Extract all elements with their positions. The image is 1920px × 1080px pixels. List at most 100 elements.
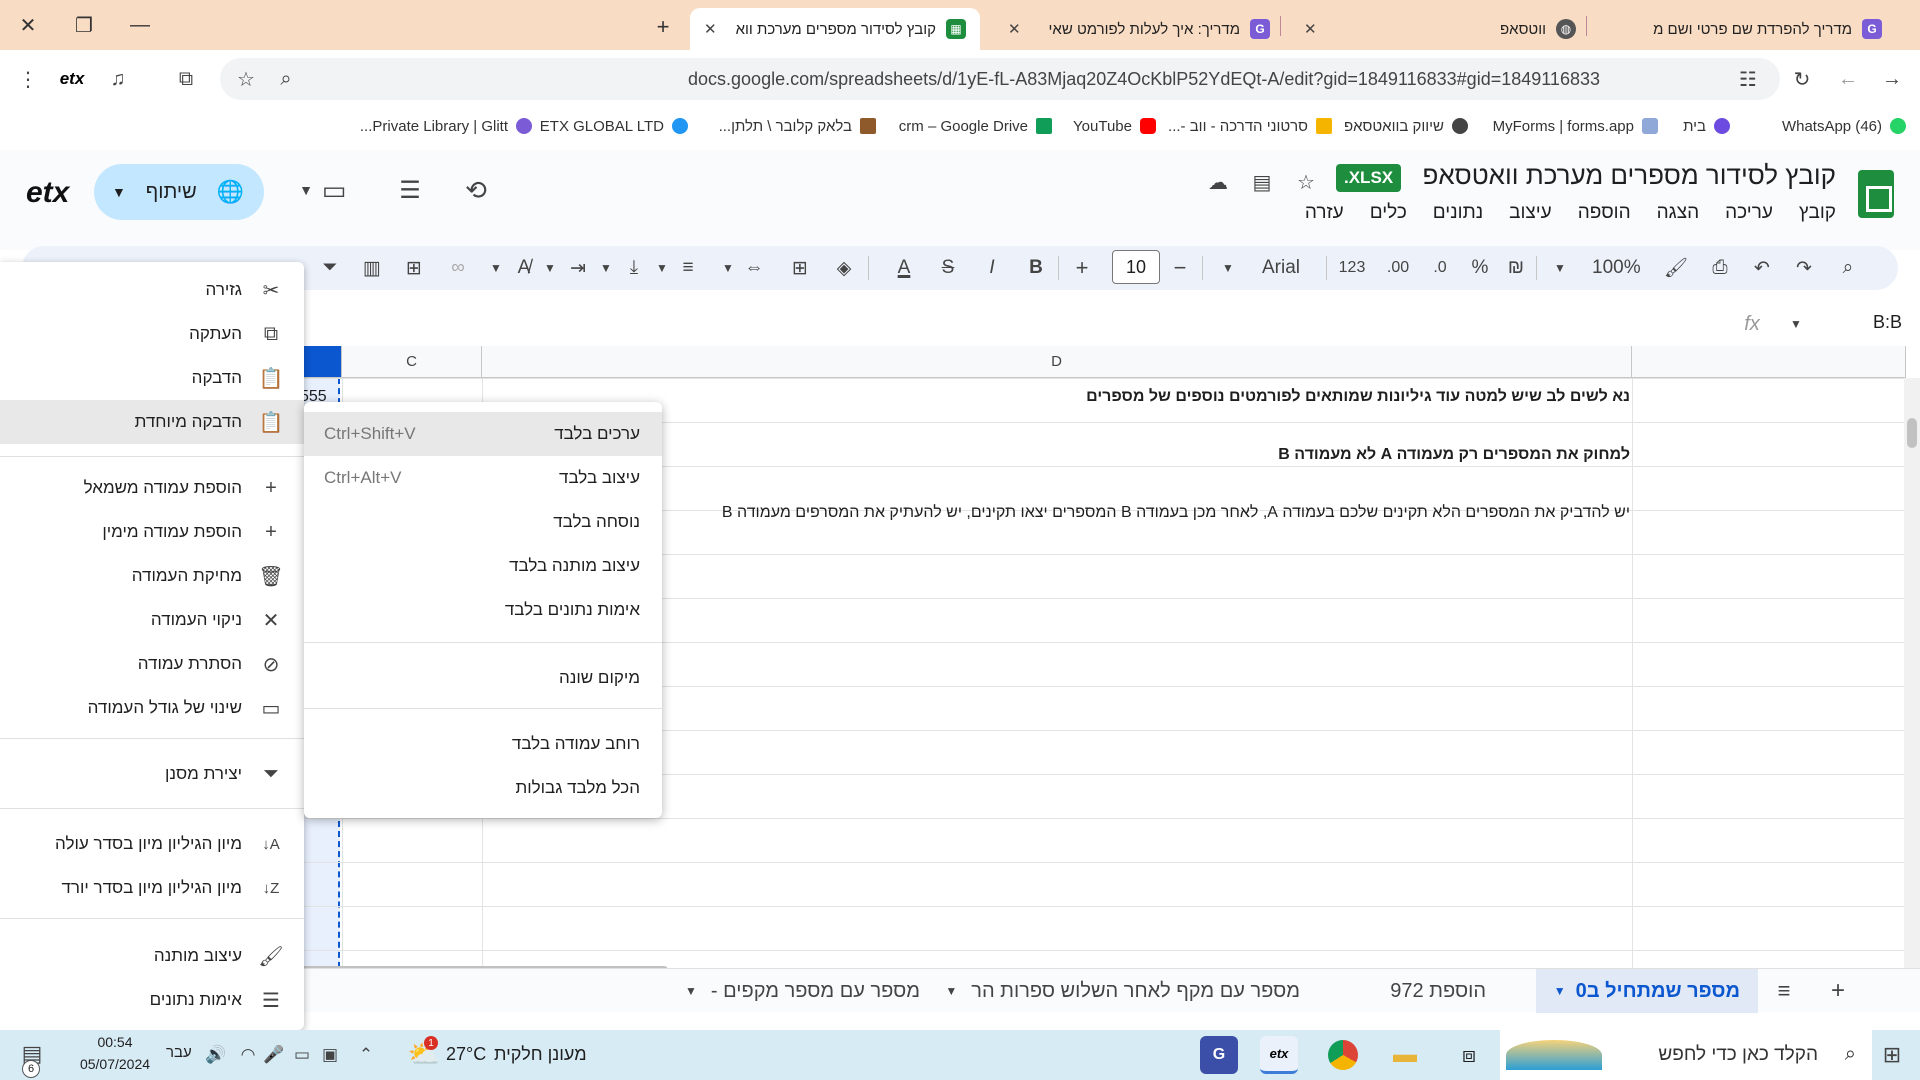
merge-cells-button[interactable]: ⇔	[740, 252, 768, 284]
browser-tab-whatsapp[interactable]: ◍ ווטסאפ ✕	[1290, 8, 1590, 50]
taskbar-app-chrome[interactable]	[1324, 1036, 1362, 1074]
font-size-increase-button[interactable]: +	[1068, 252, 1096, 284]
close-window-button[interactable]: ✕	[0, 0, 56, 50]
wrap-dropdown[interactable]: ▼	[536, 252, 564, 284]
weather-condition[interactable]: מעונן חלקית	[494, 1044, 587, 1065]
bookmark-training-videos[interactable]: סרטוני הדרכה - ווב -...	[1168, 114, 1332, 138]
namebox-dropdown[interactable]: ▼	[1780, 308, 1812, 340]
ctx-create-filter[interactable]: ⏷ יצירת מסנן	[0, 752, 304, 796]
forward-button[interactable]: →	[1876, 63, 1908, 95]
add-sheet-button[interactable]: +	[1822, 975, 1854, 1007]
currency-format-button[interactable]: ₪	[1502, 252, 1530, 284]
increase-decimal-button[interactable]: .00	[1384, 252, 1412, 284]
bookmark-youtube[interactable]: YouTube	[1073, 114, 1156, 138]
star-button[interactable]: ☆	[1290, 166, 1322, 198]
ctx-sort-desc[interactable]: Z↓ מיון הגיליון מיון בסדר יורד	[0, 866, 304, 910]
share-button[interactable]: 🌐 שיתוף ▼	[94, 164, 264, 220]
undo-button[interactable]: ↶	[1748, 252, 1776, 284]
column-header-c[interactable]: C	[342, 346, 482, 378]
meet-button[interactable]: ▭	[318, 174, 350, 206]
taskbar-search-input[interactable]: הקלד כאן כדי לחפש ⌕	[1500, 1030, 1872, 1080]
menu-edit[interactable]: עריכה	[1725, 202, 1773, 224]
bookmark-private-library[interactable]: Private Library | Glitt...	[360, 114, 532, 138]
paste-all-except-borders[interactable]: הכל מלבד גבולות	[304, 766, 662, 810]
reload-button[interactable]: ↻	[1786, 63, 1818, 95]
paint-format-button[interactable]: 🖌	[1662, 252, 1690, 284]
cell-d3[interactable]: למחוק את המספרים רק מעמודה A לא מעמודה B	[630, 446, 1630, 464]
move-button[interactable]: ▤	[1246, 166, 1278, 198]
ctx-conditional-format[interactable]: 🖌 עיצוב מותנה	[0, 934, 304, 978]
new-tab-button[interactable]: +	[648, 12, 678, 42]
sheet-tab-multi-hyphen[interactable]: מספר עם מספר מקפים - ▼	[685, 969, 920, 1013]
font-family-select[interactable]: Arial	[1262, 252, 1300, 284]
column-header-e[interactable]	[1632, 346, 1906, 378]
weather-temperature[interactable]: 27°C	[446, 1044, 486, 1065]
show-hidden-icons-button[interactable]: ⌃	[350, 1039, 382, 1071]
insert-comment-button[interactable]: ⊞	[400, 252, 428, 284]
version-history-button[interactable]: ⟲	[460, 174, 492, 206]
strikethrough-button[interactable]: S	[934, 252, 962, 284]
meet-now-button[interactable]: ▣	[314, 1039, 346, 1071]
bookmark-star-button[interactable]: ☆	[230, 63, 262, 95]
sheet-tab-hyphen-three[interactable]: מספר עם מקף לאחר השלוש ספרות הר ▼	[945, 969, 1300, 1013]
comments-button[interactable]: ☰	[394, 174, 426, 206]
taskbar-app-file-explorer[interactable]: ▬	[1386, 1036, 1424, 1074]
zoom-dropdown[interactable]: ▼	[1546, 252, 1574, 284]
more-formats-button[interactable]: 123	[1338, 252, 1366, 284]
ctx-cut[interactable]: ✂ גזירה	[0, 268, 304, 312]
ctx-insert-col-left[interactable]: + הוספת עמודה משמאל	[0, 466, 304, 510]
scrollbar-thumb[interactable]	[1907, 418, 1917, 448]
menu-tools[interactable]: כלים	[1370, 202, 1407, 224]
merge-dropdown[interactable]: ▼	[714, 252, 742, 284]
ctx-sort-asc[interactable]: A↓ מיון הגיליון מיון בסדר עולה	[0, 822, 304, 866]
clock-date[interactable]: 05/07/2024	[70, 1056, 160, 1072]
ctx-delete-col[interactable]: 🗑 מחיקת העמודה	[0, 554, 304, 598]
insert-chart-button[interactable]: ▥	[358, 252, 386, 284]
insert-link-button[interactable]: ∞	[444, 252, 472, 284]
paste-column-width-only[interactable]: רוחב עמודה בלבד	[304, 722, 662, 766]
sheet-tab-add-972[interactable]: הוספת 972	[1390, 969, 1486, 1013]
bold-button[interactable]: B	[1022, 252, 1050, 284]
cloud-status-button[interactable]: ☁	[1202, 166, 1234, 198]
document-title[interactable]: קובץ לסידור מספרים מערכת וואטסאפ	[1422, 160, 1836, 191]
address-bar[interactable]: ☆ ⌕ docs.google.com/spreadsheets/d/1yE-f…	[220, 58, 1780, 100]
fill-color-button[interactable]: ◈	[830, 252, 858, 284]
volume-button[interactable]: 🔊	[200, 1039, 232, 1071]
filter-button[interactable]: ⏷	[316, 252, 344, 284]
paste-transposed[interactable]: מיקום שונה	[304, 656, 662, 700]
browser-tab-sheet[interactable]: ▦ קובץ לסידור מספרים מערכת ווא ✕	[690, 8, 980, 50]
back-button[interactable]: ←	[1832, 63, 1864, 95]
vertical-scrollbar[interactable]	[1904, 378, 1920, 968]
borders-button[interactable]: ⊞	[786, 252, 814, 284]
bookmark-myforms[interactable]: MyForms | forms.app	[1493, 114, 1658, 138]
decrease-decimal-button[interactable]: .0	[1426, 252, 1454, 284]
paste-data-validation-only[interactable]: אימות נתונים בלבד	[304, 588, 662, 632]
menu-data[interactable]: נתונים	[1433, 202, 1483, 224]
bookmark-whatsapp-marketing[interactable]: שיווק בוואטסאפ	[1344, 114, 1468, 138]
menu-file[interactable]: קובץ	[1799, 202, 1836, 224]
print-button[interactable]: ⎙	[1706, 252, 1734, 284]
name-box[interactable]: B:B	[1873, 312, 1902, 333]
vertical-align-button[interactable]: ⤓	[620, 252, 648, 284]
menu-view[interactable]: הצגה	[1657, 202, 1699, 224]
zoom-select[interactable]: 100%	[1592, 252, 1641, 284]
taskbar-app-g[interactable]: G	[1200, 1036, 1238, 1074]
italic-button[interactable]: I	[978, 252, 1006, 284]
ctx-data-validation[interactable]: ☰ אימות נתונים	[0, 978, 304, 1022]
bookmark-whatsapp[interactable]: (46) WhatsApp	[1782, 114, 1906, 138]
paste-values-only[interactable]: ערכים בלבד Ctrl+Shift+V	[304, 412, 662, 456]
menu-format[interactable]: עיצוב	[1509, 202, 1552, 224]
menu-insert[interactable]: הוספה	[1578, 202, 1631, 224]
font-dropdown[interactable]: ▼	[1214, 252, 1242, 284]
text-color-button[interactable]: A	[890, 252, 918, 284]
rotate-dropdown[interactable]: ▼	[482, 252, 510, 284]
ctx-hide-col[interactable]: ⊘ הסתרת עמודה	[0, 642, 304, 686]
close-tab-icon[interactable]: ✕	[1008, 20, 1021, 38]
paste-conditional-format-only[interactable]: עיצוב מותנה בלבד	[304, 544, 662, 588]
valign-dropdown[interactable]: ▼	[592, 252, 620, 284]
ctx-paste[interactable]: 📋 הדבקה	[0, 356, 304, 400]
ctx-clear-col[interactable]: ✕ ניקוי העמודה	[0, 598, 304, 642]
font-size-decrease-button[interactable]: −	[1166, 252, 1194, 284]
browser-tab-guide-names[interactable]: G מדריך להפרדת שם פרטי ושם מ	[1596, 8, 1896, 50]
sheet-tab-leading-zero[interactable]: מספר שמתחיל ב0 ▼	[1535, 969, 1758, 1013]
